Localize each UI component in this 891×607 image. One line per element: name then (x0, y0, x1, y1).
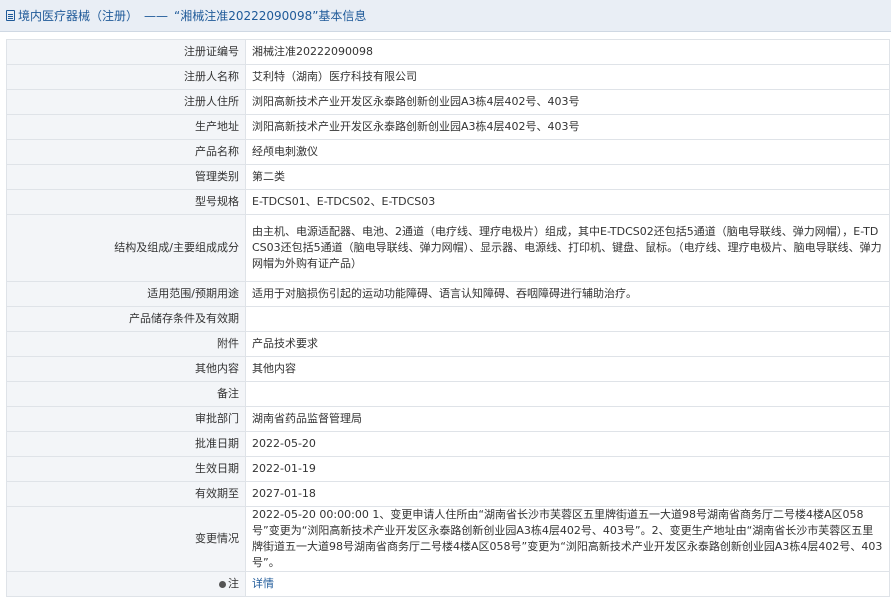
row-label: 附件 (6, 331, 246, 357)
row-label: 备注 (6, 381, 246, 407)
page-header: 境内医疗器械（注册） —— “湘械注准20222090098”基本信息 (0, 0, 891, 32)
row-label: 生效日期 (6, 456, 246, 482)
table-row: 产品储存条件及有效期 (6, 306, 890, 332)
table-row: 适用范围/预期用途 适用于对脑损伤引起的运动功能障碍、语言认知障碍、吞咽障碍进行辅… (6, 281, 890, 307)
table-row: 批准日期 2022-05-20 (6, 431, 890, 457)
row-value: 2022-01-19 (245, 456, 890, 482)
row-value: 经颅电刺激仪 (245, 139, 890, 165)
row-value: 2022-05-20 00:00:00 1、变更申请人住所由“湖南省长沙市芙蓉区… (245, 506, 890, 572)
row-label: 注册证编号 (6, 39, 246, 65)
row-label: 结构及组成/主要组成成分 (6, 214, 246, 282)
note-label: 注 (228, 577, 239, 590)
row-label: 注册人住所 (6, 89, 246, 115)
row-value: 艾利特（湖南）医疗科技有限公司 (245, 64, 890, 90)
table-row: 注册人住所 浏阳高新技术产业开发区永泰路创新创业园A3栋4层402号、403号 (6, 89, 890, 115)
row-value: 由主机、电源适配器、电池、2通道（电疗线、理疗电极片）组成，其中E-TDCS02… (245, 214, 890, 282)
row-value: 浏阳高新技术产业开发区永泰路创新创业园A3栋4层402号、403号 (245, 114, 890, 140)
row-label: 产品名称 (6, 139, 246, 165)
row-label: 型号规格 (6, 189, 246, 215)
row-value: 湖南省药品监督管理局 (245, 406, 890, 432)
note-icon (219, 580, 226, 588)
table-row: 审批部门 湖南省药品监督管理局 (6, 406, 890, 432)
table-row: 产品名称 经颅电刺激仪 (6, 139, 890, 165)
row-value: 适用于对脑损伤引起的运动功能障碍、语言认知障碍、吞咽障碍进行辅助治疗。 (245, 281, 890, 307)
table-row: 注册证编号 湘械注准20222090098 (6, 39, 890, 65)
row-label: 有效期至 (6, 481, 246, 507)
table-row: 结构及组成/主要组成成分 由主机、电源适配器、电池、2通道（电疗线、理疗电极片）组… (6, 214, 890, 282)
row-value (245, 381, 890, 407)
header-category: 境内医疗器械（注册） (18, 9, 139, 23)
row-label: 批准日期 (6, 431, 246, 457)
row-label: 管理类别 (6, 164, 246, 190)
table-row: 管理类别 第二类 (6, 164, 890, 190)
row-value: 湘械注准20222090098 (245, 39, 890, 65)
table-row: 型号规格 E-TDCS01、E-TDCS02、E-TDCS03 (6, 189, 890, 215)
table-row: 备注 (6, 381, 890, 407)
row-value: 第二类 (245, 164, 890, 190)
note-label-cell: 注 (6, 571, 246, 597)
table-row: 注册人名称 艾利特（湖南）医疗科技有限公司 (6, 64, 890, 90)
note-value-cell: 详情 (245, 571, 890, 597)
header-title: “湘械注准20222090098”基本信息 (174, 9, 367, 23)
table-row: 附件 产品技术要求 (6, 331, 890, 357)
row-value: 2027-01-18 (245, 481, 890, 507)
row-label: 适用范围/预期用途 (6, 281, 246, 307)
document-icon (6, 10, 15, 21)
table-row: 其他内容 其他内容 (6, 356, 890, 382)
row-value: 其他内容 (245, 356, 890, 382)
note-row: 注 详情 (6, 571, 890, 597)
table-row: 有效期至 2027-01-18 (6, 481, 890, 507)
row-value: 产品技术要求 (245, 331, 890, 357)
table-row: 变更情况 2022-05-20 00:00:00 1、变更申请人住所由“湖南省长沙… (6, 506, 890, 572)
row-value: 浏阳高新技术产业开发区永泰路创新创业园A3栋4层402号、403号 (245, 89, 890, 115)
details-link[interactable]: 详情 (252, 577, 274, 590)
row-label: 其他内容 (6, 356, 246, 382)
row-label: 审批部门 (6, 406, 246, 432)
row-value: E-TDCS01、E-TDCS02、E-TDCS03 (245, 189, 890, 215)
row-label: 注册人名称 (6, 64, 246, 90)
table-row: 生产地址 浏阳高新技术产业开发区永泰路创新创业园A3栋4层402号、403号 (6, 114, 890, 140)
row-value: 2022-05-20 (245, 431, 890, 457)
row-label: 变更情况 (6, 506, 246, 572)
row-value (245, 306, 890, 332)
info-table: 注册证编号 湘械注准20222090098 注册人名称 艾利特（湖南）医疗科技有限公… (6, 39, 890, 597)
header-separator: —— (144, 8, 169, 23)
row-label: 生产地址 (6, 114, 246, 140)
row-label: 产品储存条件及有效期 (6, 306, 246, 332)
table-row: 生效日期 2022-01-19 (6, 456, 890, 482)
